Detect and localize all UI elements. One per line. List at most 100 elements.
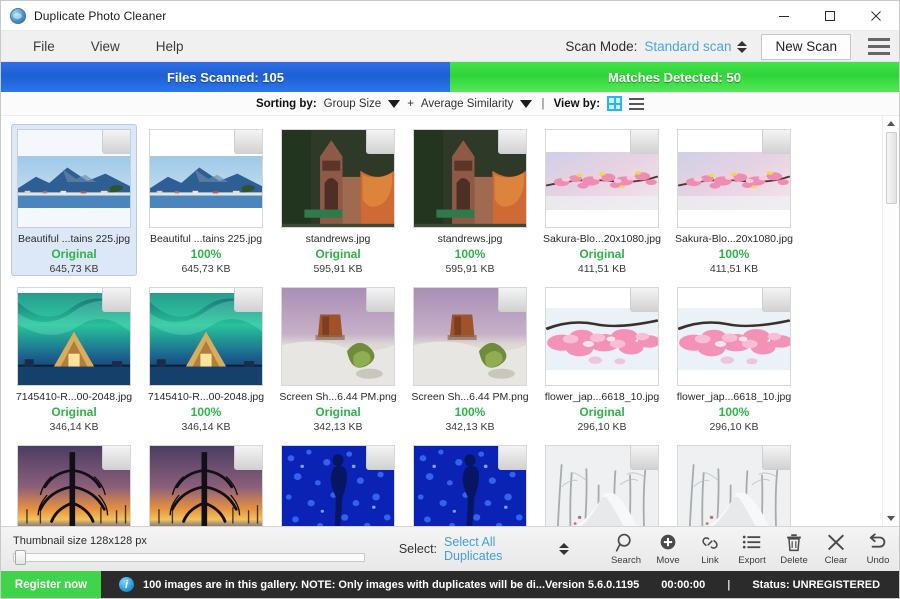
sort-plus-label: + [407, 97, 414, 110]
thumbnail-image[interactable] [149, 287, 263, 386]
thumbnail-image[interactable] [413, 287, 527, 386]
gallery-card[interactable]: Screen Sh...6.44 PM.png 100% 342,13 KB [407, 282, 533, 434]
gallery-card[interactable]: standrews.jpg 100% 595,91 KB [407, 124, 533, 276]
select-all-duplicates-dropdown[interactable]: Select All Duplicates [444, 535, 553, 563]
selection-checkbox[interactable] [630, 446, 658, 470]
gallery-card[interactable] [539, 440, 665, 526]
gallery-card[interactable]: flower_jap...6618_10.jpg Original 296,10 K… [539, 282, 665, 434]
primary-sort-value[interactable]: Group Size [324, 98, 382, 110]
selection-checkbox[interactable] [366, 288, 394, 312]
close-button[interactable] [853, 1, 899, 31]
file-size: 342,13 KB [313, 421, 363, 433]
thumbnail-image[interactable] [677, 445, 791, 526]
secondary-sort-chevron-down-icon[interactable] [520, 99, 533, 108]
file-name: 7145410-R...00-2048.jpg [15, 391, 133, 403]
gallery-card[interactable]: 7145410-R...00-2048.jpg 100% 346,14 KB [143, 282, 269, 434]
gallery-card[interactable]: Beautiful ...tains 225.jpg 100% 645,73 KB [143, 124, 269, 276]
scan-mode-group: Scan Mode: Standard scan New Scan [565, 31, 899, 62]
thumbnail-image[interactable] [545, 445, 659, 526]
thumbnail-image[interactable] [677, 129, 791, 228]
scan-mode-value[interactable]: Standard scan [644, 39, 731, 54]
selection-checkbox[interactable] [762, 446, 790, 470]
file-name: 7145410-R...00-2048.jpg [147, 391, 265, 403]
primary-sort-chevron-down-icon[interactable] [388, 99, 401, 108]
link-label: Link [701, 555, 719, 566]
selection-checkbox[interactable] [102, 446, 130, 470]
gallery-card[interactable]: Beautiful ...tains 225.jpg Original 645,73… [11, 124, 137, 276]
file-size: 342,13 KB [445, 421, 495, 433]
thumbnail-image[interactable] [413, 445, 527, 526]
thumbnail-image[interactable] [281, 445, 395, 526]
thumbnail-image[interactable] [545, 129, 659, 228]
selection-checkbox[interactable] [102, 130, 130, 154]
selection-checkbox[interactable] [630, 130, 658, 154]
list-view-icon[interactable] [629, 97, 645, 110]
selection-checkbox[interactable] [102, 288, 130, 312]
selection-checkbox[interactable] [234, 288, 262, 312]
selection-checkbox[interactable] [498, 130, 526, 154]
clear-button[interactable]: Clear [815, 532, 857, 566]
gallery-scrollbar[interactable] [882, 116, 899, 526]
gallery-card[interactable]: 7145410-R...00-2048.jpg Original 346,14 KB [11, 282, 137, 434]
minimize-button[interactable] [761, 1, 807, 31]
thumbnail-image[interactable] [281, 129, 395, 228]
match-status: 100% [190, 405, 222, 419]
gallery-card[interactable]: Screen Sh...6.44 PM.png Original 342,13 KB [275, 282, 401, 434]
thumbnail-image[interactable] [17, 129, 131, 228]
slider-handle[interactable] [15, 549, 26, 565]
gallery-card[interactable] [143, 440, 269, 526]
selection-checkbox[interactable] [234, 446, 262, 470]
status-divider: | [727, 578, 731, 591]
thumbnail-image[interactable] [17, 445, 131, 526]
thumbnail-size-slider[interactable] [13, 549, 365, 565]
clear-label: Clear [824, 555, 848, 566]
thumbnail-image[interactable] [545, 287, 659, 386]
slider-track[interactable] [13, 552, 365, 562]
gallery-card[interactable] [11, 440, 137, 526]
gallery-card[interactable]: Sakura-Blo...20x1080.jpg 100% 411,51 KB [671, 124, 797, 276]
selection-checkbox[interactable] [498, 446, 526, 470]
scroll-up-icon[interactable] [883, 116, 899, 131]
thumbnail-image[interactable] [677, 287, 791, 386]
menu-item-help[interactable]: Help [142, 36, 198, 57]
export-button[interactable]: Export [731, 532, 773, 566]
thumbnail-image[interactable] [149, 445, 263, 526]
select-spinner-icon[interactable] [559, 543, 569, 555]
thumbnail-image[interactable] [17, 287, 131, 386]
secondary-sort-value[interactable]: Average Similarity [421, 98, 513, 110]
grid-view-icon[interactable] [607, 96, 623, 111]
gallery-card[interactable] [671, 440, 797, 526]
selection-checkbox[interactable] [498, 288, 526, 312]
selection-checkbox[interactable] [762, 288, 790, 312]
gallery-card[interactable]: Sakura-Blo...20x1080.jpg Original 411,51 K… [539, 124, 665, 276]
select-label: Select: [398, 542, 438, 556]
selection-checkbox[interactable] [366, 446, 394, 470]
maximize-button[interactable] [807, 1, 853, 31]
selection-checkbox[interactable] [366, 130, 394, 154]
scroll-down-icon[interactable] [883, 511, 899, 526]
menu-item-file[interactable]: File [19, 36, 69, 57]
scan-mode-spinner-icon[interactable] [737, 40, 748, 53]
close-icon [827, 534, 845, 551]
thumbnail-image[interactable] [149, 129, 263, 228]
link-button[interactable]: Link [689, 532, 731, 566]
gallery-card[interactable] [275, 440, 401, 526]
scrollbar-thumb[interactable] [886, 132, 897, 204]
gallery-card[interactable] [407, 440, 533, 526]
move-button[interactable]: Move [647, 532, 689, 566]
menu-item-view[interactable]: View [77, 36, 134, 57]
menu-icon[interactable] [859, 31, 899, 62]
undo-button[interactable]: Undo [857, 532, 899, 566]
thumbnail-image[interactable] [281, 287, 395, 386]
register-now-button[interactable]: Register now [1, 571, 101, 598]
selection-checkbox[interactable] [234, 130, 262, 154]
search-button[interactable]: Search [605, 532, 647, 566]
delete-button[interactable]: Delete [773, 532, 815, 566]
selection-checkbox[interactable] [630, 288, 658, 312]
new-scan-button[interactable]: New Scan [761, 33, 851, 60]
thumbnail-image[interactable] [413, 129, 527, 228]
selection-checkbox[interactable] [762, 130, 790, 154]
gallery-card[interactable]: flower_jap...6618_10.jpg 100% 296,10 KB [671, 282, 797, 434]
match-status: 100% [454, 405, 486, 419]
gallery-card[interactable]: standrews.jpg Original 595,91 KB [275, 124, 401, 276]
